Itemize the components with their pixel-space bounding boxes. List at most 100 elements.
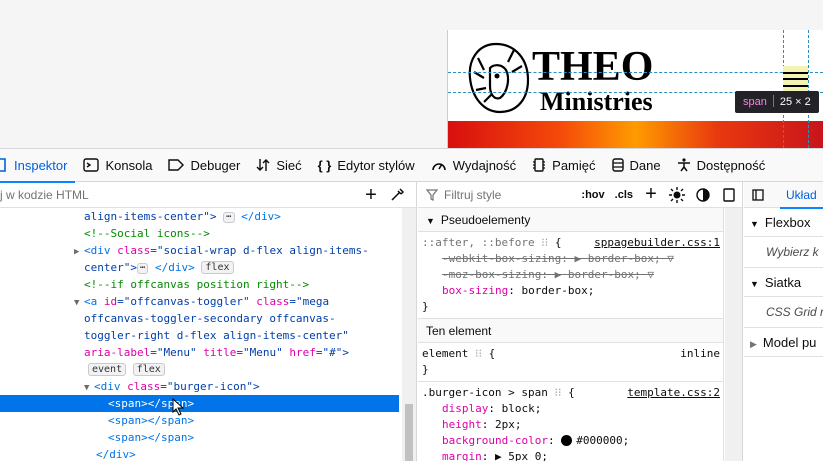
add-rule-button[interactable]: + xyxy=(638,182,664,208)
tree-comment[interactable]: <!--if offcanvas position right--> xyxy=(0,276,399,293)
toggle-pane-icon[interactable] xyxy=(752,189,764,201)
style-editor-icon: { } xyxy=(317,157,332,173)
tree-node[interactable]: align-items-center"> ⋯ </div> xyxy=(0,208,399,225)
tree-node[interactable]: <span></span> xyxy=(0,429,399,446)
rule-selector[interactable]: .burger-icon > span xyxy=(422,386,548,399)
collapse-arrow-icon: ▼ xyxy=(426,216,435,226)
flexbox-section-body: Wybierz k xyxy=(744,237,823,268)
plus-icon: + xyxy=(645,183,657,205)
inspector-icon xyxy=(0,158,6,172)
tree-node[interactable]: ▼ <a id="offcanvas-toggler" class="mega xyxy=(0,293,399,310)
tab-label: Edytor stylów xyxy=(337,157,415,173)
print-media-button[interactable] xyxy=(716,182,742,208)
element-tooltip: span 25 × 2 xyxy=(735,91,819,113)
filter-icon[interactable]: ▽ xyxy=(667,252,674,265)
contrast-icon xyxy=(696,187,710,202)
tooltip-tag: span xyxy=(743,96,767,108)
tree-comment[interactable]: <!--Social icons--> xyxy=(0,225,399,242)
tree-node-cont[interactable]: offcanvas-toggler-secondary offcanvas- xyxy=(0,310,399,327)
rule-declaration[interactable]: box-sizing: border-box; xyxy=(422,283,719,299)
rule-selector[interactable]: ::after, ::before xyxy=(422,236,535,249)
tree-node-selected[interactable]: <span></span> xyxy=(0,395,399,416)
flex-badge[interactable]: flex xyxy=(132,363,165,376)
collapse-arrow-icon: ▼ xyxy=(750,279,759,289)
highlight-guide-right xyxy=(808,30,809,148)
rule-source-link[interactable]: sppagebuilder.css:1 xyxy=(594,235,720,251)
storage-icon xyxy=(611,158,624,172)
rules-list: ▼ Pseudoelementy ::after, ::before ⁝⁝ {sp… xyxy=(418,208,724,461)
eyedropper-button[interactable] xyxy=(384,182,410,208)
filter-styles-input[interactable]: Filtruj style xyxy=(418,188,576,202)
tab-debugger[interactable]: Debuger xyxy=(160,149,248,182)
rule-declaration[interactable]: margin: ▶ 5px 0; xyxy=(422,449,719,461)
burger-icon-highlight xyxy=(783,66,808,91)
tree-node[interactable]: <span></span> xyxy=(0,412,399,429)
tree-node-cont[interactable]: aria-label="Menu" title="Menu" href="#"> xyxy=(0,344,399,361)
grid-icon: ⁝⁝ xyxy=(541,236,549,249)
rules-toolbar: Filtruj style :hov .cls + xyxy=(418,182,742,208)
box-model-section-header[interactable]: ▶ Model pu xyxy=(744,328,823,357)
tab-performance[interactable]: Wydajność xyxy=(423,149,524,182)
rule-source-link[interactable]: template.css:2 xyxy=(627,385,720,401)
element-rule: element ⁝⁝ {inline } xyxy=(418,343,723,382)
expand-arrow-icon: ▶ xyxy=(750,339,757,349)
rule-source: inline xyxy=(680,347,720,360)
memory-icon xyxy=(533,158,546,172)
cls-button[interactable]: .cls xyxy=(610,189,638,201)
scrollbar-thumb[interactable] xyxy=(405,404,413,461)
tab-label: Konsola xyxy=(105,157,153,173)
tab-memory[interactable]: Pamięć xyxy=(524,149,603,182)
tab-label: Sieć xyxy=(276,157,302,173)
hov-button[interactable]: :hov xyxy=(576,189,609,201)
tree-node[interactable]: ▶ <div class="social-wrap d-flex align-it… xyxy=(0,242,399,259)
tree-node[interactable]: ▼ <div class="burger-icon"> xyxy=(0,378,399,395)
collapse-arrow-icon: ▼ xyxy=(750,219,759,229)
performance-icon xyxy=(431,163,446,171)
tab-console[interactable]: Konsola xyxy=(75,149,160,182)
burger-line xyxy=(783,78,808,80)
rule-declaration[interactable]: -webkit-box-sizing: ▶ border-box; ▽ xyxy=(422,251,719,267)
rule-declaration[interactable]: background-color: #000000; xyxy=(422,433,719,449)
html-search-input[interactable]: j w kodzie HTML xyxy=(0,188,358,202)
dark-theme-button[interactable] xyxy=(690,182,716,208)
network-icon xyxy=(256,159,270,171)
burger-line xyxy=(783,85,808,87)
rule-declaration[interactable]: display: block; xyxy=(422,401,719,417)
tab-style-editor[interactable]: { } Edytor stylów xyxy=(310,149,423,182)
tree-node-cont[interactable]: toggler-right d-flex align-items-center" xyxy=(0,327,399,344)
rules-scrollbar[interactable] xyxy=(725,208,742,461)
flex-badge[interactable]: flex xyxy=(201,261,234,274)
tab-network[interactable]: Sieć xyxy=(248,149,309,182)
tab-label: Inspektor xyxy=(14,157,68,173)
highlight-guide-top xyxy=(448,72,823,73)
markup-scrollbar[interactable] xyxy=(402,208,416,461)
eyedropper-icon xyxy=(391,187,404,201)
tab-inspector[interactable]: Inspektor xyxy=(0,149,76,183)
pseudo-elements-header[interactable]: ▼ Pseudoelementy xyxy=(418,208,723,232)
markup-panel: j w kodzie HTML + align-items-center"> ⋯… xyxy=(0,182,417,461)
plus-icon: + xyxy=(365,183,377,206)
tab-storage[interactable]: Dane xyxy=(604,149,669,182)
tab-label: Wydajność xyxy=(452,157,517,173)
tab-layout[interactable]: Układ xyxy=(780,182,823,209)
tree-node[interactable]: </div> xyxy=(0,446,399,461)
light-theme-button[interactable] xyxy=(664,182,690,208)
grid-icon: ⁝⁝ xyxy=(474,347,482,360)
accessibility-icon xyxy=(677,158,690,172)
sidebar-tabs: Układ xyxy=(744,182,823,209)
add-node-button[interactable]: + xyxy=(358,182,384,208)
tree-node-cont[interactable]: center"> ⋯ </div> flex xyxy=(0,259,399,276)
grid-section-header[interactable]: ▼ Siatka xyxy=(744,268,823,297)
event-badge[interactable]: event xyxy=(88,363,127,376)
document-icon xyxy=(723,187,735,202)
flexbox-section-header[interactable]: ▼ Flexbox xyxy=(744,208,823,237)
rule-declaration[interactable]: -moz-box-sizing: ▶ border-box; ▽ xyxy=(422,267,719,283)
collapsed-content-badge[interactable]: ⋯ xyxy=(136,263,149,274)
collapsed-content-badge[interactable]: ⋯ xyxy=(223,212,235,223)
filter-placeholder: Filtruj style xyxy=(444,187,502,202)
rule-declaration[interactable]: height: 2px; xyxy=(422,417,719,433)
tab-accessibility[interactable]: Dostępność xyxy=(669,149,774,182)
rule-selector[interactable]: element xyxy=(422,347,468,360)
filter-icon[interactable]: ▽ xyxy=(647,268,654,281)
color-swatch[interactable] xyxy=(561,435,573,446)
